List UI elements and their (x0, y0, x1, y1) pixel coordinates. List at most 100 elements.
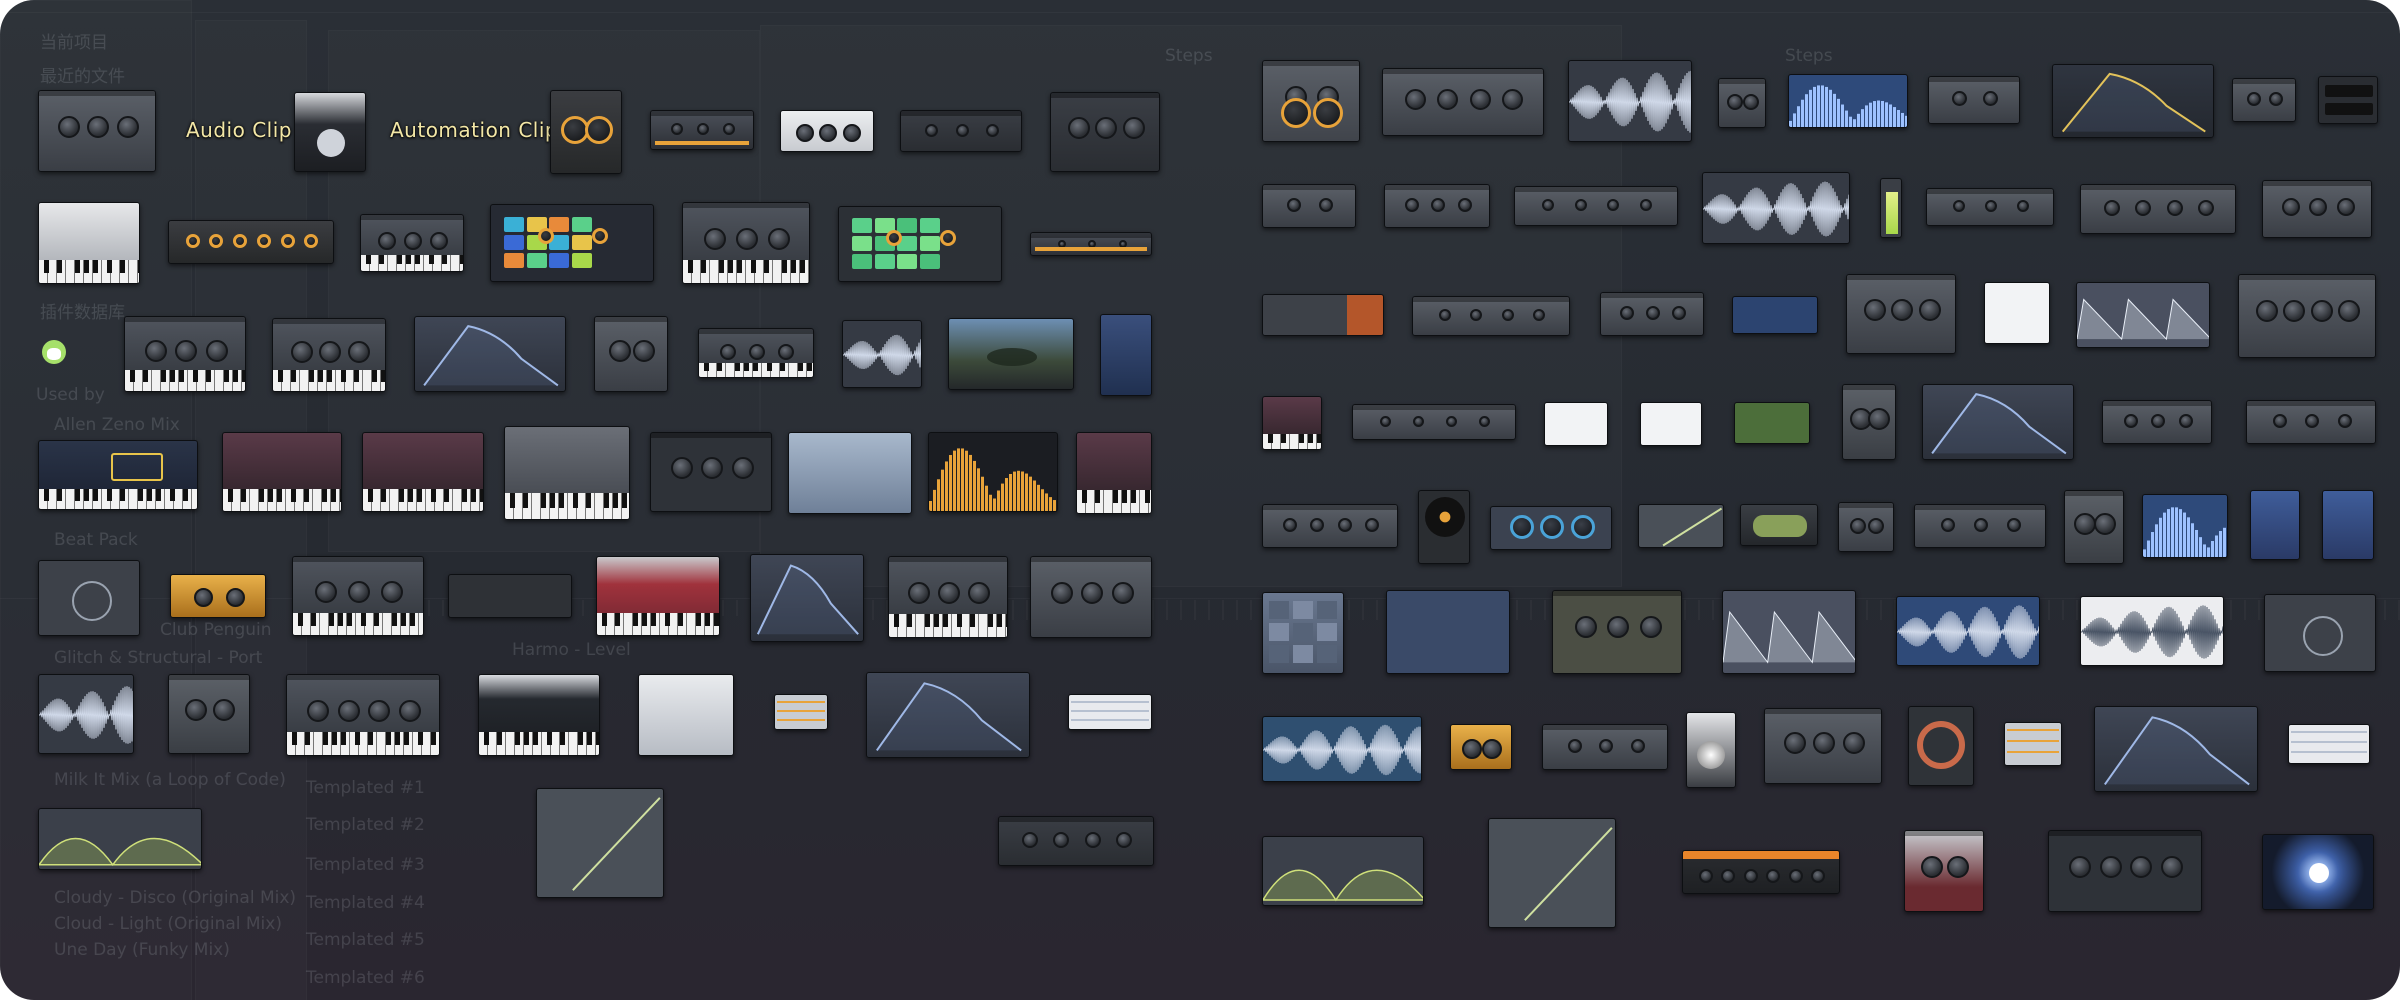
plugin-thumbnail[interactable] (842, 320, 922, 388)
plugin-thumbnail[interactable] (1490, 506, 1612, 550)
plugin-thumbnail[interactable] (2262, 180, 2372, 238)
plugin-thumbnail[interactable] (2142, 494, 2228, 558)
plugin-thumbnail[interactable] (2288, 724, 2370, 764)
plugin-thumbnail[interactable] (38, 202, 140, 284)
plugin-thumbnail[interactable] (2048, 830, 2202, 912)
plugin-thumbnail[interactable] (780, 110, 874, 152)
plugin-thumbnail[interactable] (2094, 706, 2258, 792)
plugin-thumbnail[interactable] (1788, 74, 1908, 128)
plugin-thumbnail[interactable] (698, 328, 814, 378)
plugin-thumbnail[interactable] (1262, 294, 1384, 336)
plugin-thumbnail[interactable] (504, 426, 630, 520)
plugin-thumbnail[interactable] (2322, 490, 2374, 560)
plugin-thumbnail[interactable] (448, 574, 572, 618)
plugin-thumbnail[interactable] (1076, 432, 1152, 514)
plugin-thumbnail[interactable] (1922, 384, 2074, 460)
plugin-thumbnail[interactable] (2318, 76, 2378, 124)
plugin-thumbnail[interactable] (1928, 76, 2020, 124)
plugin-thumbnail[interactable] (286, 674, 440, 756)
plugin-thumbnail[interactable] (1382, 68, 1544, 136)
plugin-thumbnail[interactable] (272, 318, 386, 392)
plugin-thumbnail[interactable] (1842, 384, 1896, 460)
plugin-thumbnail[interactable] (1050, 92, 1160, 172)
plugin-thumbnail[interactable] (2080, 596, 2224, 666)
plugin-thumbnail[interactable] (866, 672, 1030, 758)
plugin-thumbnail[interactable] (38, 90, 156, 172)
plugin-thumbnail[interactable] (1552, 590, 1682, 674)
plugin-thumbnail[interactable] (1514, 186, 1678, 226)
plugin-thumbnail[interactable] (928, 432, 1058, 512)
plugin-thumbnail[interactable] (1914, 504, 2046, 548)
plugin-thumbnail[interactable] (1262, 396, 1322, 450)
plugin-thumbnail[interactable] (682, 202, 810, 284)
plugin-thumbnail[interactable] (1896, 596, 2040, 666)
plugin-thumbnail[interactable] (38, 440, 198, 510)
plugin-thumbnail[interactable] (2102, 400, 2212, 444)
plugin-thumbnail[interactable] (1386, 590, 1510, 674)
plugin-thumbnail[interactable] (1880, 178, 1902, 238)
plugin-thumbnail[interactable] (2076, 282, 2210, 348)
plugin-thumbnail[interactable] (1734, 402, 1810, 444)
plugin-thumbnail[interactable] (478, 674, 600, 756)
plugin-thumbnail[interactable] (1542, 724, 1668, 770)
plugin-thumbnail[interactable] (1640, 402, 1702, 446)
plugin-thumbnail[interactable] (1384, 184, 1490, 228)
plugin-thumbnail[interactable] (38, 808, 202, 870)
plugin-thumbnail[interactable] (536, 788, 664, 898)
plugin-thumbnail[interactable] (1100, 314, 1152, 396)
plugin-thumbnail[interactable] (596, 556, 720, 636)
plugin-thumbnail[interactable] (1352, 404, 1516, 440)
plugin-thumbnail[interactable] (2064, 490, 2124, 564)
plugin-thumbnail[interactable] (888, 556, 1008, 638)
plugin-thumbnail[interactable] (168, 220, 334, 264)
automation-clip-icon[interactable] (294, 92, 366, 172)
plugin-thumbnail[interactable] (1030, 556, 1152, 638)
plugin-thumbnail[interactable] (1764, 708, 1882, 784)
plugin-thumbnail[interactable] (414, 316, 566, 392)
plugin-thumbnail[interactable] (1544, 402, 1608, 446)
plugin-thumbnail[interactable] (1418, 490, 1470, 564)
plugin-thumbnail[interactable] (1838, 502, 1894, 552)
plugin-thumbnail[interactable] (1904, 830, 1984, 912)
plugin-thumbnail[interactable] (1846, 274, 1956, 354)
plugin-thumbnail[interactable] (38, 674, 134, 754)
plugin-thumbnail[interactable] (2052, 64, 2214, 138)
plugin-thumbnail[interactable] (2232, 78, 2296, 122)
plugin-thumbnail[interactable] (1908, 706, 1974, 786)
plugin-thumbnail[interactable] (1262, 60, 1360, 142)
plugin-thumbnail[interactable] (292, 556, 424, 636)
plugin-thumbnail[interactable] (998, 816, 1154, 866)
plugin-thumbnail[interactable] (38, 560, 140, 636)
plugin-thumbnail[interactable] (2238, 274, 2376, 358)
plugin-thumbnail[interactable] (1722, 590, 1856, 674)
plugin-thumbnail[interactable] (750, 554, 864, 642)
plugin-thumbnail[interactable] (1702, 172, 1850, 244)
plugin-thumbnail[interactable] (774, 694, 828, 730)
plugin-thumbnail[interactable] (170, 574, 266, 618)
plugin-thumbnail[interactable] (2246, 400, 2376, 444)
plugin-thumbnail[interactable] (1262, 184, 1356, 228)
plugin-thumbnail[interactable] (222, 432, 342, 512)
plugin-thumbnail[interactable] (1068, 694, 1152, 730)
plugin-thumbnail[interactable] (550, 90, 622, 174)
plugin-thumbnail[interactable] (638, 674, 734, 756)
plugin-thumbnail[interactable] (788, 432, 912, 514)
plugin-thumbnail[interactable] (1686, 712, 1736, 788)
plugin-thumbnail[interactable] (650, 432, 772, 512)
plugin-thumbnail[interactable] (2264, 594, 2376, 672)
plugin-thumbnail[interactable] (1262, 504, 1398, 548)
plugin-thumbnail[interactable] (1450, 724, 1512, 770)
plugin-thumbnail[interactable] (1488, 818, 1616, 928)
plugin-thumbnail[interactable] (360, 214, 464, 272)
plugin-thumbnail[interactable] (838, 206, 1002, 282)
plugin-thumbnail[interactable] (1732, 296, 1818, 334)
plugin-thumbnail[interactable] (650, 110, 754, 150)
plugin-thumbnail[interactable] (2080, 184, 2236, 234)
plugin-thumbnail[interactable] (948, 318, 1074, 390)
plugin-thumbnail[interactable] (2262, 834, 2374, 910)
plugin-thumbnail[interactable] (1030, 232, 1152, 256)
plugin-thumbnail[interactable] (1740, 504, 1818, 546)
plugin-thumbnail[interactable] (1412, 296, 1570, 336)
plugin-thumbnail[interactable] (900, 110, 1022, 152)
plugin-thumbnail[interactable] (1262, 716, 1422, 782)
